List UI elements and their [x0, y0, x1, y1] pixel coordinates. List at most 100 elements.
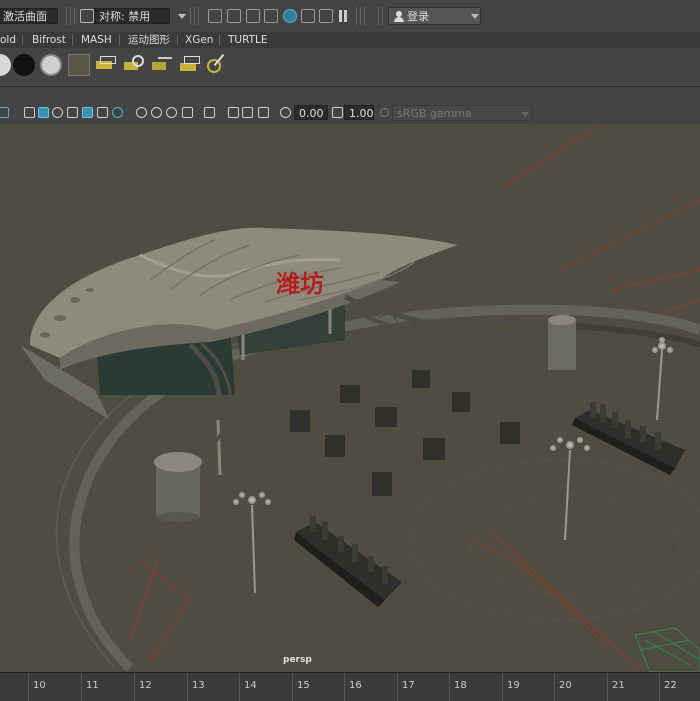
tick-label: 14 — [244, 680, 257, 691]
tick-mark — [239, 673, 240, 701]
symmetry-field[interactable]: 对称: 禁用 — [94, 8, 170, 24]
black-sphere-icon[interactable] — [13, 54, 35, 76]
tick-mark — [659, 673, 660, 701]
separator — [382, 7, 383, 25]
resolution-gate-icon[interactable] — [258, 107, 269, 118]
tick-mark — [344, 673, 345, 701]
smooth-shade-icon[interactable] — [38, 107, 49, 118]
target-icon[interactable] — [206, 53, 228, 75]
vertex-bake-icon[interactable] — [152, 53, 174, 75]
separator — [360, 7, 361, 25]
status-line: 激活曲面 对称: 禁用 登录 — [0, 0, 700, 33]
render-setup-icon[interactable] — [301, 9, 315, 23]
separator — [219, 35, 220, 45]
grid-icon[interactable] — [0, 107, 9, 118]
texture-icon[interactable] — [68, 54, 90, 76]
chevron-down-icon — [471, 14, 479, 19]
login-dropdown[interactable]: 登录 — [388, 7, 481, 25]
shadows-icon[interactable] — [97, 107, 108, 118]
textured-icon[interactable] — [67, 107, 78, 118]
tab-bifrost[interactable]: Bifrost — [32, 33, 66, 47]
camera-label: persp — [283, 655, 312, 665]
separator — [119, 35, 120, 45]
tick-label: 17 — [402, 680, 415, 691]
tick-mark — [397, 673, 398, 701]
wireframe-cube-icon[interactable] — [24, 107, 35, 118]
user-icon — [394, 11, 404, 22]
tick-label: 19 — [507, 680, 520, 691]
separator — [22, 35, 23, 45]
tick-label: 18 — [454, 680, 467, 691]
tick-mark — [28, 673, 29, 701]
light-editor-icon[interactable] — [319, 9, 333, 23]
planters — [294, 402, 685, 607]
tick-label: 20 — [559, 680, 572, 691]
anti-aliasing-icon[interactable] — [151, 107, 162, 118]
gamma-icon[interactable] — [332, 107, 343, 118]
xray-components-icon[interactable] — [242, 107, 253, 118]
lighting-icon[interactable] — [82, 107, 93, 118]
bake-icon[interactable] — [96, 53, 118, 75]
bake-sequence-icon[interactable] — [180, 53, 202, 75]
shelf — [0, 48, 700, 87]
tick-mark — [292, 673, 293, 701]
bake-options-icon[interactable] — [124, 53, 146, 75]
tick-label: 11 — [86, 680, 99, 691]
gamma-input[interactable]: 1.00 — [344, 105, 374, 120]
tick-mark — [502, 673, 503, 701]
panel-menu-spacer — [0, 87, 700, 102]
render-view-icon[interactable] — [208, 9, 222, 23]
chevron-down-icon — [521, 112, 529, 117]
tick-label: 22 — [664, 680, 677, 691]
white-sphere-icon[interactable] — [0, 54, 11, 76]
render-current-icon[interactable] — [227, 9, 241, 23]
separator — [194, 7, 195, 25]
depth-of-field-icon[interactable] — [166, 107, 177, 118]
tick-label: 13 — [192, 680, 205, 691]
separator — [190, 7, 191, 25]
snap-icon[interactable] — [80, 9, 94, 23]
ambient-occlusion-icon[interactable] — [112, 107, 123, 118]
motion-blur-icon[interactable] — [136, 107, 147, 118]
tick-label: 10 — [33, 680, 46, 691]
tick-label: 16 — [349, 680, 362, 691]
tab-motion-graphics[interactable]: 运动图形 — [128, 33, 170, 47]
scene-render: 潍坊 — [20, 124, 700, 672]
hypershade-icon[interactable] — [283, 9, 297, 23]
sign-text: 潍坊 — [276, 269, 324, 298]
separator — [70, 7, 71, 25]
symmetry-dropdown-icon[interactable] — [178, 14, 186, 19]
separator — [364, 7, 365, 25]
viewport-persp[interactable]: 潍坊 persp — [0, 124, 700, 672]
colorspace-dropdown[interactable]: sRGB gamma — [392, 105, 532, 121]
render-settings-icon[interactable] — [264, 9, 278, 23]
separator — [198, 7, 199, 25]
xray-joints-icon[interactable] — [228, 107, 239, 118]
tick-mark — [81, 673, 82, 701]
separator — [72, 35, 73, 45]
tick-label: 12 — [139, 680, 152, 691]
tab-xgen[interactable]: XGen — [185, 33, 213, 47]
camera-frustum-lines — [129, 124, 700, 671]
lamp-posts — [233, 337, 673, 594]
tick-label: 15 — [297, 680, 310, 691]
pause-icon[interactable] — [338, 10, 348, 22]
gray-sphere-icon[interactable] — [40, 54, 62, 76]
exposure-input[interactable]: 0.00 — [294, 105, 328, 120]
separator — [356, 7, 357, 25]
exposure-icon[interactable] — [280, 107, 291, 118]
tab-turtle[interactable]: TURTLE — [228, 33, 268, 47]
tick-label: 21 — [612, 680, 625, 691]
shelf-tab-bar: old Bifrost MASH 运动图形 XGen TURTLE — [0, 32, 700, 48]
tab-mash[interactable]: MASH — [81, 33, 112, 47]
color-management-icon[interactable] — [380, 108, 389, 117]
time-slider[interactable]: 10 11 12 13 14 15 16 17 18 19 20 21 22 — [0, 672, 700, 701]
seating-blocks — [290, 370, 520, 496]
ipr-render-icon[interactable] — [246, 9, 260, 23]
wireframe-on-shaded-icon[interactable] — [52, 107, 63, 118]
tab-old[interactable]: old — [0, 33, 16, 47]
xray-icon[interactable] — [204, 107, 215, 118]
isolate-icon[interactable] — [182, 107, 193, 118]
curve-field[interactable]: 激活曲面 — [0, 8, 58, 24]
tick-mark — [607, 673, 608, 701]
